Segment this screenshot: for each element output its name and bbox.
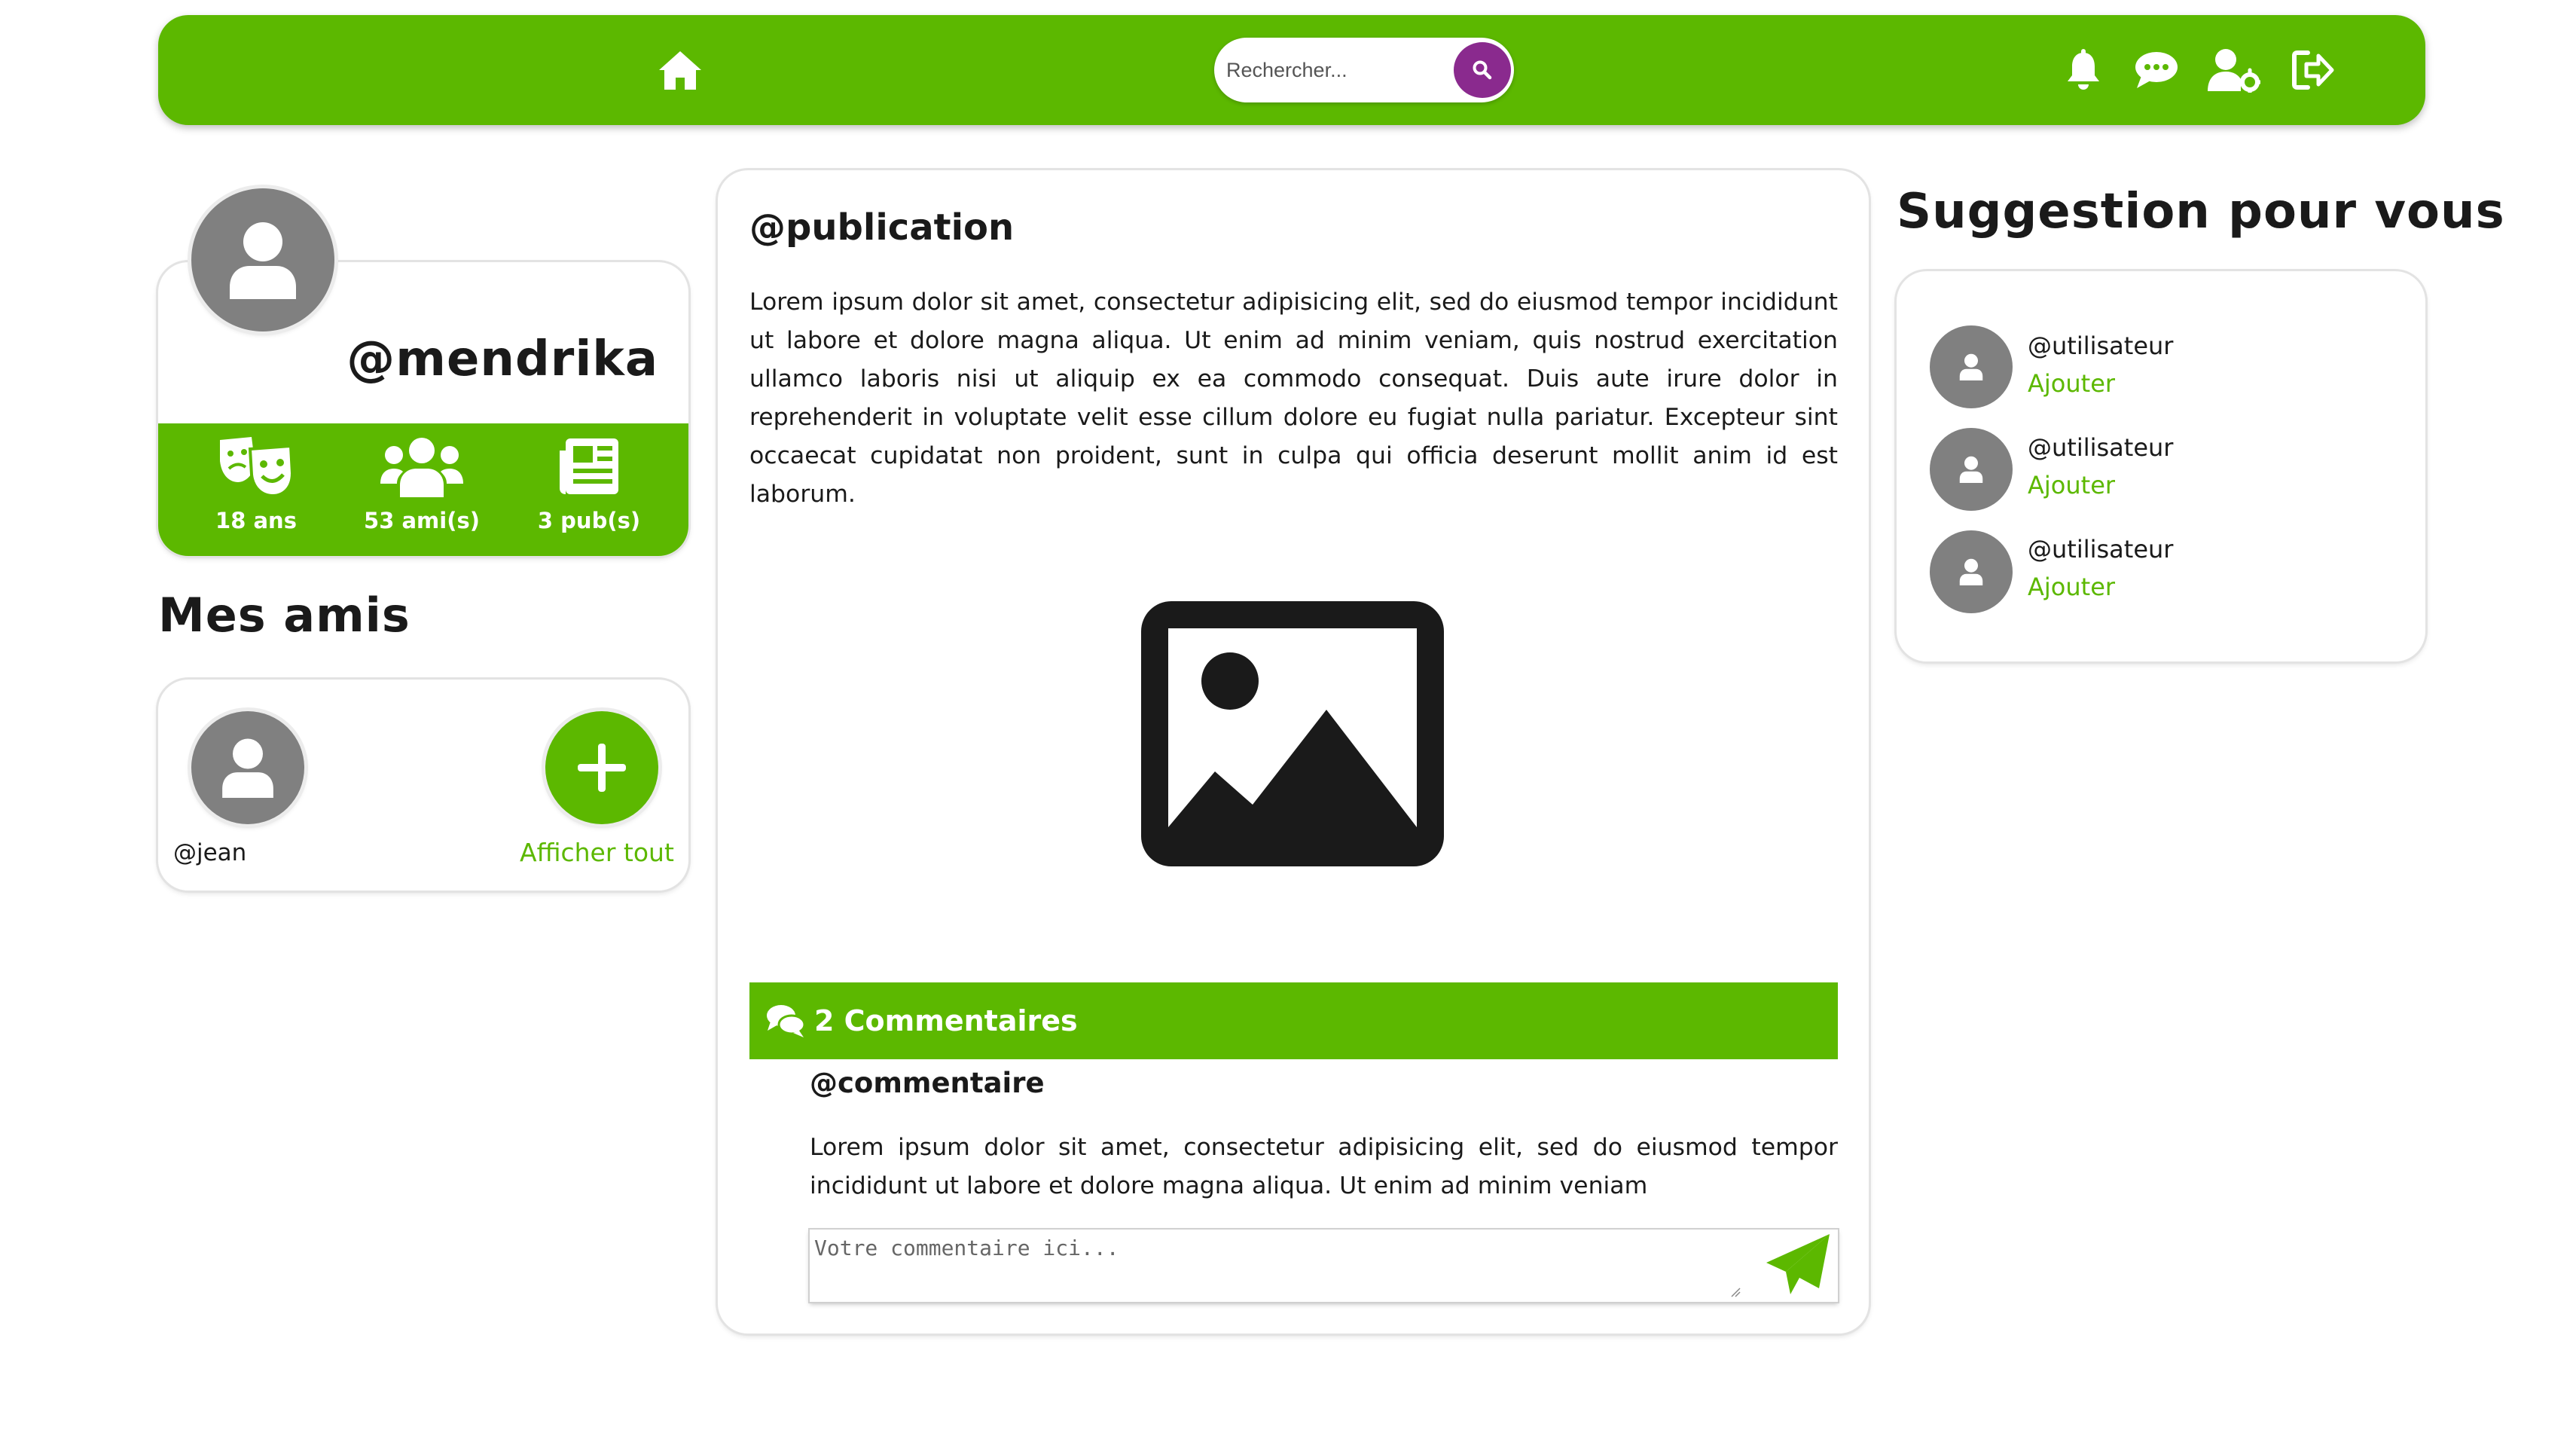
suggestion-add-link[interactable]: Ajouter <box>2028 573 2115 601</box>
friends-title: Mes amis <box>158 588 411 643</box>
comment-form <box>810 1230 1838 1302</box>
suggestion-name[interactable]: @utilisateur <box>2028 535 2173 564</box>
suggestion-avatar[interactable] <box>1930 530 2013 613</box>
image-placeholder-icon <box>1141 601 1444 866</box>
search-button[interactable] <box>1454 42 1511 98</box>
user-settings-icon[interactable] <box>2207 45 2261 95</box>
user-icon <box>222 738 273 798</box>
stat-friends: 53 ami(s) <box>346 435 497 533</box>
comment-author: @commentaire <box>810 1067 1045 1099</box>
newspaper-icon <box>560 438 618 494</box>
suggestion-avatar[interactable] <box>1930 325 2013 408</box>
logout-icon[interactable] <box>2290 47 2336 93</box>
user-icon <box>1959 558 1983 585</box>
search-input[interactable] <box>1225 45 1446 95</box>
comments-icon <box>767 1005 805 1037</box>
show-all-friends-link[interactable]: Afficher tout <box>520 838 674 867</box>
post-title: @publication <box>749 206 1015 249</box>
resize-handle-icon[interactable] <box>1730 1287 1741 1297</box>
suggestion-avatar[interactable] <box>1930 428 2013 511</box>
comments-header[interactable]: 2 Commentaires <box>749 982 1838 1059</box>
theater-masks-icon <box>220 437 295 497</box>
profile-username: @mendrika <box>346 331 658 387</box>
bell-icon[interactable] <box>2061 47 2106 93</box>
chat-icon[interactable] <box>2133 47 2180 93</box>
friend-avatar[interactable] <box>191 711 304 824</box>
friend-name[interactable]: @jean <box>173 839 246 866</box>
stat-posts-label: 3 pub(s) <box>537 508 641 533</box>
search-bar <box>1214 38 1514 102</box>
add-friend-button[interactable] <box>545 711 658 824</box>
user-icon <box>1959 456 1983 483</box>
comment-input[interactable] <box>810 1230 1744 1302</box>
users-icon <box>380 438 463 497</box>
user-icon <box>230 222 296 299</box>
plus-icon <box>578 744 626 792</box>
comment-body: Lorem ipsum dolor sit amet, consectetur … <box>810 1134 1838 1199</box>
user-icon <box>1959 353 1983 380</box>
stat-age: 18 ans <box>181 435 331 533</box>
suggestion-name[interactable]: @utilisateur <box>2028 433 2173 462</box>
post-body: Lorem ipsum dolor sit amet, consectetur … <box>749 289 1838 508</box>
search-icon <box>1473 60 1492 80</box>
suggestion-name[interactable]: @utilisateur <box>2028 331 2173 360</box>
home-icon[interactable] <box>657 47 704 93</box>
suggestion-add-link[interactable]: Ajouter <box>2028 369 2115 398</box>
comments-count-label: 2 Commentaires <box>814 1004 1078 1037</box>
stat-friends-label: 53 ami(s) <box>364 508 480 533</box>
paper-plane-icon <box>1766 1234 1830 1294</box>
stat-posts: 3 pub(s) <box>514 435 664 533</box>
send-comment-button[interactable] <box>1765 1233 1833 1297</box>
profile-avatar[interactable] <box>191 188 334 331</box>
stat-age-label: 18 ans <box>215 508 297 533</box>
suggestion-add-link[interactable]: Ajouter <box>2028 471 2115 499</box>
suggestions-title: Suggestion pour vous <box>1897 184 2505 240</box>
